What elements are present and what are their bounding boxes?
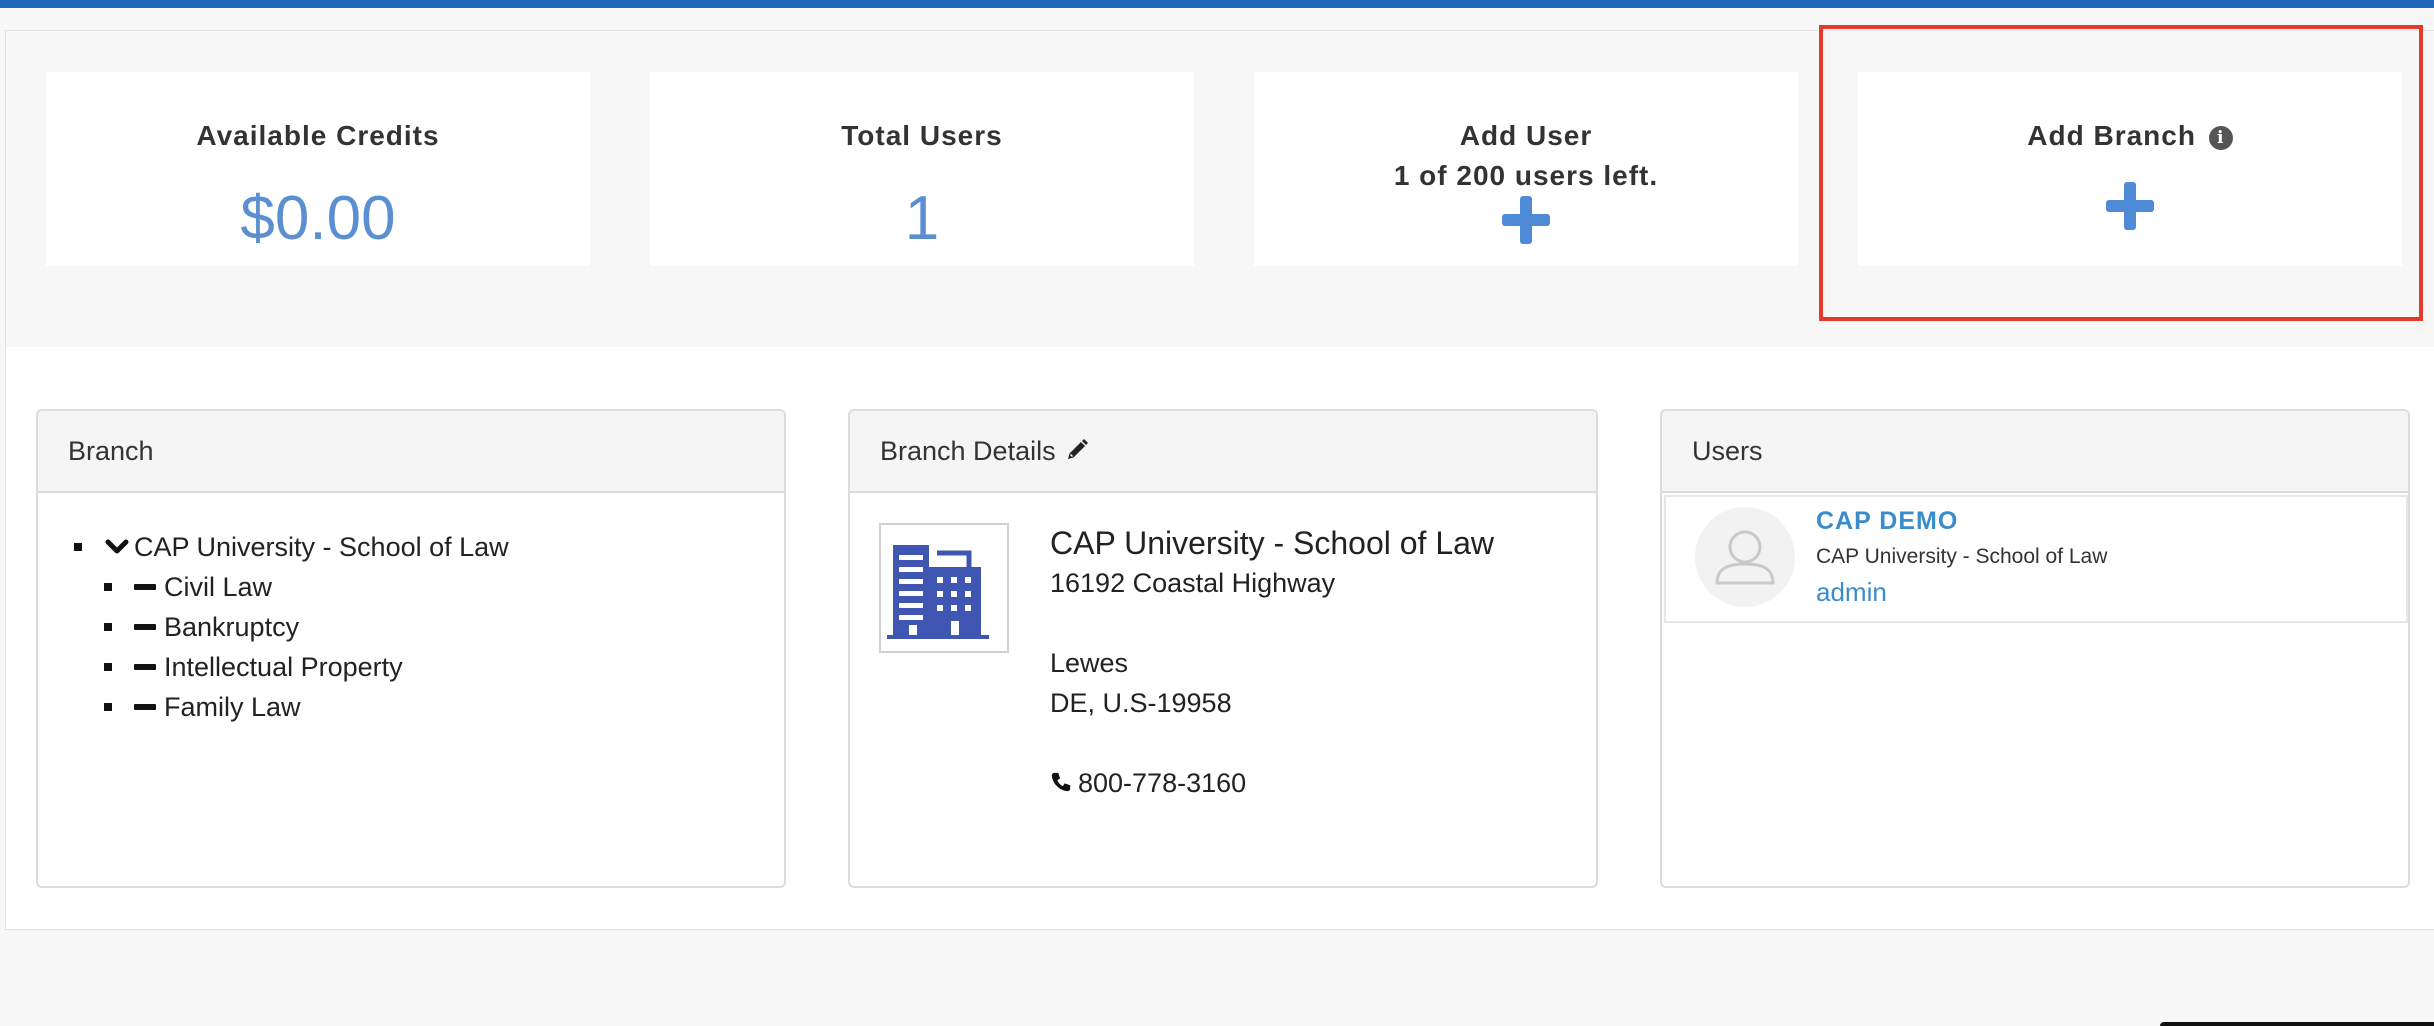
branch-panel-header: Branch [38, 411, 784, 493]
total-users-title: Total Users [841, 120, 1003, 151]
branch-details-title: Branch Details [880, 436, 1056, 466]
branch-tree-item[interactable]: Bankruptcy [104, 607, 784, 647]
branch-panel: Branch CAP University - School of Law Ci… [36, 409, 786, 888]
branch-item-label: Family Law [164, 692, 301, 722]
add-branch-highlight [1819, 25, 2423, 321]
branch-tree-item[interactable]: Intellectual Property [104, 647, 784, 687]
branch-details-header: Branch Details [850, 411, 1596, 493]
users-left-text: 1 of 200 users left. [1393, 160, 1659, 191]
branch-tree: CAP University - School of Law Civil Law… [38, 493, 784, 727]
list-bullet [104, 623, 112, 631]
branch-name: CAP University - School of Law [1050, 525, 1495, 561]
add-user-plus-icon[interactable] [1502, 196, 1550, 244]
minus-icon [134, 624, 156, 630]
user-organization: CAP University - School of Law [1816, 545, 2108, 568]
available-credits-value: $0.00 [240, 184, 396, 253]
branch-tree-item[interactable]: Family Law [104, 687, 784, 727]
building-image [879, 523, 1009, 653]
add-user-card[interactable]: Add User 1 of 200 users left. [1254, 72, 1798, 266]
user-name-link[interactable]: CAP DEMO [1816, 507, 1958, 536]
list-bullet [104, 703, 112, 711]
list-bullet [104, 583, 112, 591]
user-list-item[interactable]: CAP DEMO CAP University - School of Law … [1664, 495, 2408, 623]
minus-icon [134, 704, 156, 710]
avatar [1695, 507, 1795, 607]
list-bullet [104, 663, 112, 671]
user-icon [1715, 530, 1775, 585]
branch-details-body: CAP University - School of Law 16192 Coa… [850, 493, 1596, 886]
users-panel-header: Users [1662, 411, 2408, 493]
branch-city: Lewes [1050, 648, 1129, 678]
branch-street: 16192 Coastal Highway [1050, 568, 1336, 598]
branch-details-panel: Branch Details CAP University - School o… [848, 409, 1598, 888]
users-list: CAP DEMO CAP University - School of Law … [1662, 493, 2408, 886]
branch-tree-root[interactable]: CAP University - School of Law [74, 527, 784, 567]
branch-phone-row: 800-778-3160 [1050, 763, 1494, 803]
branch-state-zip: DE, U.S-19958 [1050, 688, 1232, 718]
branch-root-label: CAP University - School of Law [134, 532, 509, 562]
minus-icon [134, 664, 156, 670]
branch-item-label: Bankruptcy [164, 612, 300, 642]
available-credits-title: Available Credits [196, 120, 440, 151]
phone-icon [1051, 772, 1071, 792]
top-accent-bar [0, 0, 2434, 8]
building-icon [887, 545, 989, 639]
total-users-value: 1 [904, 184, 940, 253]
branch-tree-item[interactable]: Civil Law [104, 567, 784, 607]
branch-address-block: CAP University - School of Law 16192 Coa… [1050, 523, 1494, 803]
chevron-down-icon[interactable] [104, 534, 130, 560]
user-role-link[interactable]: admin [1816, 577, 1887, 608]
minus-icon [134, 584, 156, 590]
users-panel: Users CAP DEMO CAP University - School o… [1660, 409, 2410, 888]
branch-item-label: Civil Law [164, 572, 273, 602]
available-credits-card: Available Credits $0.00 [46, 72, 590, 266]
branch-item-label: Intellectual Property [164, 652, 403, 682]
branch-phone: 800-778-3160 [1078, 768, 1247, 798]
pencil-icon[interactable] [1065, 438, 1089, 462]
total-users-card: Total Users 1 [650, 72, 1194, 266]
window-edge [2160, 1022, 2434, 1026]
add-user-title: Add User [1459, 120, 1593, 151]
list-bullet [74, 543, 82, 551]
